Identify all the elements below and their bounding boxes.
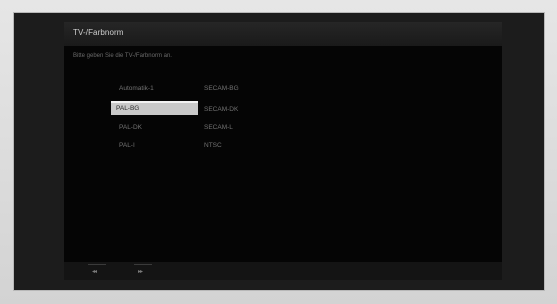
- forward-button-indicator: [134, 264, 152, 265]
- rewind-icon: ◂◂: [92, 269, 97, 275]
- photo-frame: TV-/Farbnorm Bitte geben Sie die TV-/Far…: [0, 0, 557, 304]
- dialog-title: TV-/Farbnorm: [73, 28, 124, 37]
- settings-dialog: TV-/Farbnorm Bitte geben Sie die TV-/Far…: [64, 22, 502, 280]
- option-ntsc[interactable]: NTSC: [204, 142, 222, 149]
- option-automatik-1[interactable]: Automatik-1: [119, 85, 154, 92]
- back-button[interactable]: ◂◂: [88, 264, 106, 278]
- option-secam-l[interactable]: SECAM-L: [204, 124, 233, 131]
- dialog-instruction: Bitte geben Sie die TV-/Farbnorm an.: [73, 53, 172, 59]
- navigation-bar: ◂◂ ▸▸: [64, 262, 502, 280]
- tv-screen: TV-/Farbnorm Bitte geben Sie die TV-/Far…: [14, 13, 544, 290]
- fast-forward-icon: ▸▸: [138, 269, 143, 275]
- forward-button[interactable]: ▸▸: [134, 264, 152, 278]
- option-pal-i[interactable]: PAL-I: [119, 142, 135, 149]
- dialog-title-bar: TV-/Farbnorm: [64, 22, 502, 46]
- option-pal-dk[interactable]: PAL-DK: [119, 124, 142, 131]
- option-secam-dk[interactable]: SECAM-DK: [204, 106, 238, 113]
- option-pal-bg[interactable]: PAL-BG: [111, 101, 198, 115]
- option-secam-bg[interactable]: SECAM-BG: [204, 85, 239, 92]
- back-button-indicator: [88, 264, 106, 265]
